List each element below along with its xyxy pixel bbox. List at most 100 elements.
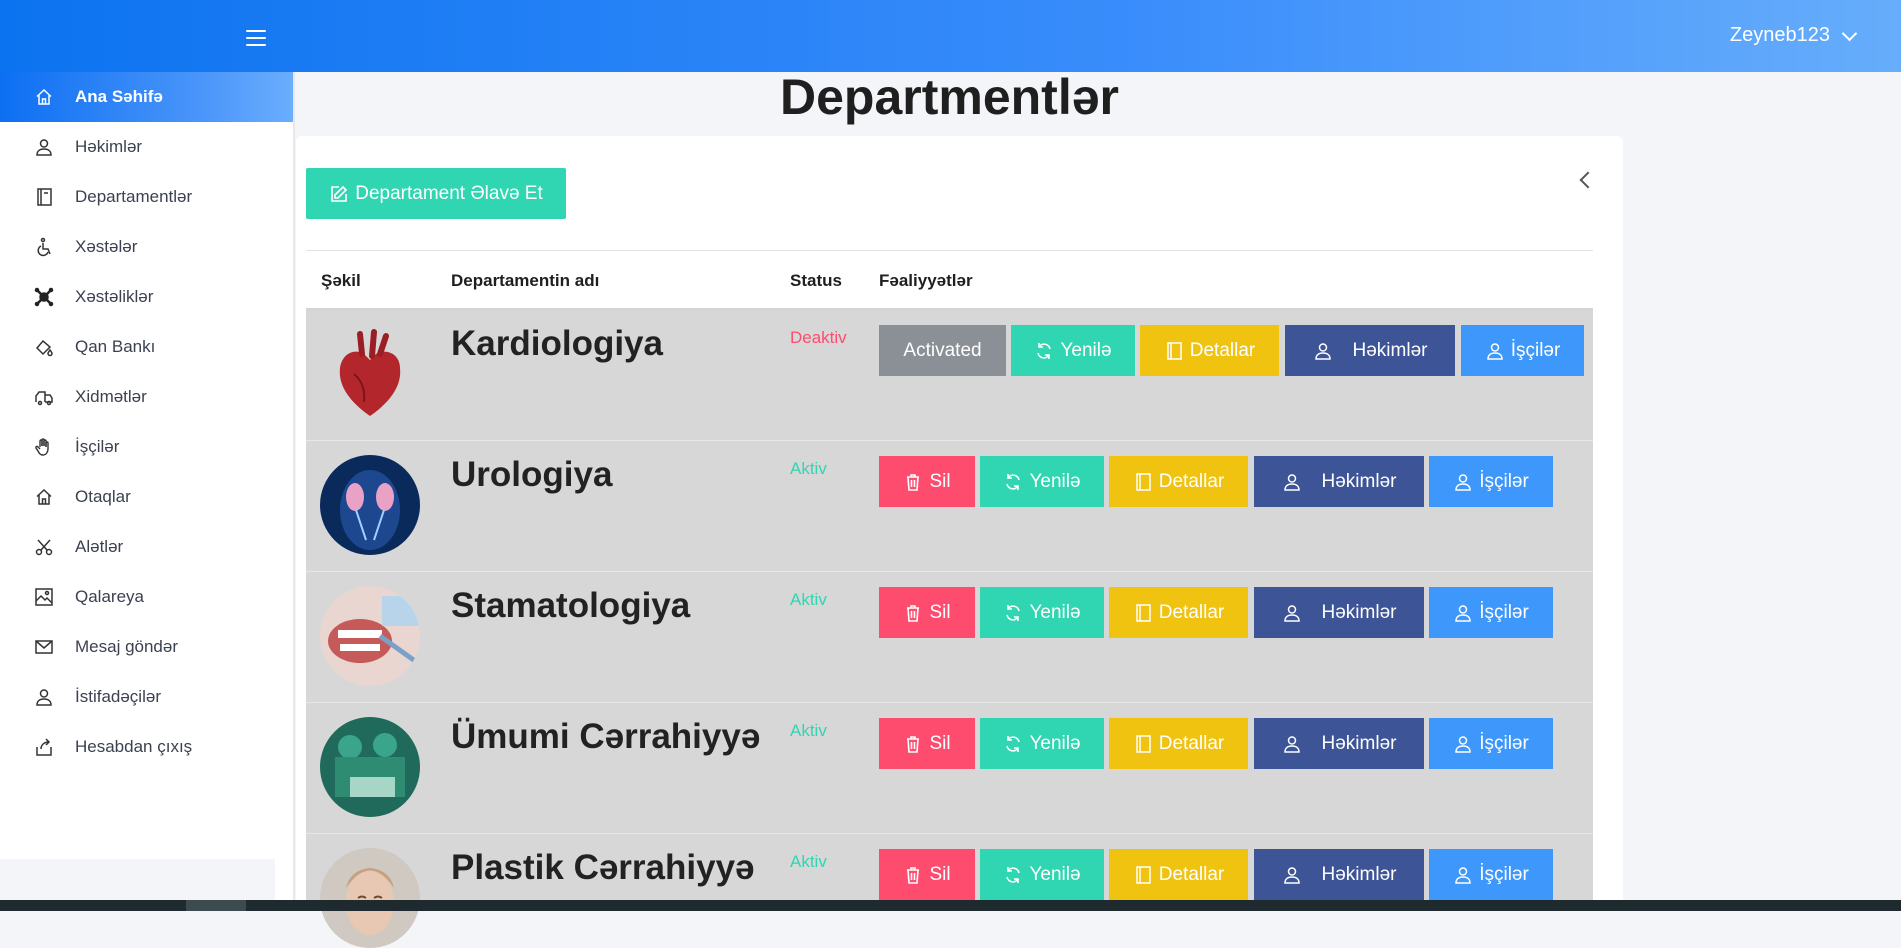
workers-button[interactable]: İşçilər (1429, 587, 1553, 638)
book-icon (1136, 472, 1151, 491)
refresh-icon (1006, 473, 1021, 490)
table-row: Ümumi Cərrahiyyə Aktiv Sil Yenilə Detall… (306, 703, 1593, 834)
doctors-button[interactable]: Həkimlər (1254, 718, 1424, 769)
column-header-status: Status (790, 271, 842, 290)
user-menu[interactable]: Zeyneb123 (1729, 24, 1858, 47)
gallery-icon (34, 587, 54, 607)
top-bar: Zeyneb123 (0, 0, 1901, 72)
user-icon (1283, 473, 1300, 491)
user-icon (1455, 604, 1471, 622)
workers-button[interactable]: İşçilər (1429, 718, 1553, 769)
delete-button[interactable]: Sil (879, 718, 975, 769)
workers-button[interactable]: İşçilər (1429, 456, 1553, 507)
table-row: Stamatologiya Aktiv Sil Yenilə Detallar … (306, 572, 1593, 703)
menu-toggle-icon[interactable] (246, 30, 266, 46)
status-badge: Aktiv (790, 721, 827, 740)
virus-icon (34, 287, 54, 307)
column-header-image: Şəkil (321, 271, 361, 290)
activate-button[interactable]: Activated (879, 325, 1006, 376)
envelope-icon (34, 637, 54, 657)
department-image (320, 586, 420, 686)
add-department-button[interactable]: Departament Əlavə Et (306, 168, 566, 219)
wheelchair-icon (34, 237, 54, 257)
department-name: Stamatologiya (451, 586, 691, 625)
table-row: Urologiya Aktiv Sil Yenilə Detallar Həki… (306, 441, 1593, 572)
sidebar-item-users[interactable]: İstifadəçilər (0, 672, 293, 722)
trash-icon (907, 604, 920, 622)
user-icon (1283, 735, 1300, 753)
book-icon (1136, 603, 1151, 622)
update-button[interactable]: Yenilə (980, 587, 1104, 638)
update-button[interactable]: Yenilə (980, 718, 1104, 769)
page-title: Departmentlər (780, 69, 1119, 125)
trash-icon (907, 473, 920, 491)
user-icon (1455, 735, 1471, 753)
sidebar-item-tools[interactable]: Alətlər (0, 522, 293, 572)
details-button[interactable]: Detallar (1109, 718, 1248, 769)
department-name: Plastik Cərrahiyyə (451, 848, 755, 887)
column-header-name: Departamentin adı (451, 271, 600, 290)
taskbar (0, 900, 1901, 911)
sidebar-item-logout[interactable]: Hesabdan çıxış (0, 722, 293, 772)
sidebar: Ana Səhifə Həkimlər Departamentlər Xəstə… (0, 72, 295, 911)
user-icon (1314, 342, 1331, 360)
update-button[interactable]: Yenilə (980, 456, 1104, 507)
logout-icon (34, 737, 54, 757)
department-image (320, 848, 420, 948)
users-icon (34, 687, 54, 707)
trash-icon (907, 866, 920, 884)
home-icon (34, 87, 54, 107)
status-badge: Aktiv (790, 459, 827, 478)
refresh-icon (1006, 866, 1021, 883)
sidebar-item-departments[interactable]: Departamentlər (0, 172, 293, 222)
workers-button[interactable]: İşçilər (1429, 849, 1553, 900)
book-icon (1167, 341, 1182, 360)
user-icon (1486, 342, 1503, 360)
department-name: Urologiya (451, 455, 613, 494)
update-button[interactable]: Yenilə (1011, 325, 1135, 376)
sidebar-item-rooms[interactable]: Otaqlar (0, 472, 293, 522)
details-button[interactable]: Detallar (1109, 849, 1248, 900)
doctors-button[interactable]: Həkimlər (1254, 849, 1424, 900)
department-name: Kardiologiya (451, 324, 663, 363)
sidebar-item-home[interactable]: Ana Səhifə (0, 72, 293, 122)
update-button[interactable]: Yenilə (980, 849, 1104, 900)
details-button[interactable]: Detallar (1109, 587, 1248, 638)
chevron-down-icon (1841, 25, 1858, 41)
table-row: Plastik Cərrahiyyə Aktiv Sil Yenilə Deta… (306, 834, 1593, 948)
department-image (320, 717, 420, 817)
workers-button[interactable]: İşçilər (1461, 325, 1584, 376)
sidebar-item-send-message[interactable]: Mesaj göndər (0, 622, 293, 672)
sidebar-item-patients[interactable]: Xəstələr (0, 222, 293, 272)
trash-icon (907, 735, 920, 753)
divider (306, 250, 1593, 251)
doctors-button[interactable]: Həkimlər (1254, 456, 1424, 507)
doctors-button[interactable]: Həkimlər (1285, 325, 1455, 376)
house-icon (34, 487, 54, 507)
sidebar-item-diseases[interactable]: Xəstəliklər (0, 272, 293, 322)
truck-icon (34, 387, 54, 407)
taskbar-item[interactable] (186, 900, 246, 911)
delete-button[interactable]: Sil (879, 849, 975, 900)
blood-drop-icon (34, 337, 54, 357)
details-button[interactable]: Detallar (1109, 456, 1248, 507)
edit-icon (331, 185, 348, 202)
delete-button[interactable]: Sil (879, 587, 975, 638)
doctors-button[interactable]: Həkimlər (1254, 587, 1424, 638)
book-icon (34, 187, 54, 207)
delete-button[interactable]: Sil (879, 456, 975, 507)
user-icon (1283, 866, 1300, 884)
status-badge: Aktiv (790, 590, 827, 609)
details-button[interactable]: Detallar (1140, 325, 1279, 376)
username: Zeyneb123 (1729, 24, 1830, 46)
column-header-actions: Fəaliyyətlər (879, 271, 973, 290)
sidebar-item-doctors[interactable]: Həkimlər (0, 122, 293, 172)
hand-icon (34, 437, 54, 457)
sidebar-item-workers[interactable]: İşçilər (0, 422, 293, 472)
refresh-icon (1037, 342, 1052, 359)
sidebar-item-blood-bank[interactable]: Qan Bankı (0, 322, 293, 372)
refresh-icon (1006, 604, 1021, 621)
sidebar-item-gallery[interactable]: Qalareya (0, 572, 293, 622)
sidebar-item-services[interactable]: Xidmətlər (0, 372, 293, 422)
table-row: Kardiologiya Deaktiv Activated Yenilə De… (306, 310, 1593, 441)
